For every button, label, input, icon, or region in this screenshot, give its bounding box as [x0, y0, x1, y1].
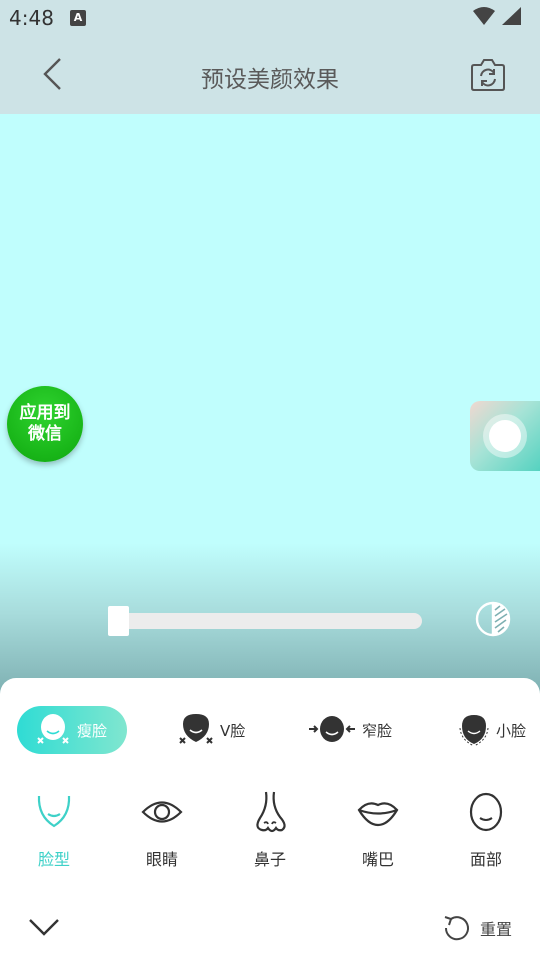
nose-icon	[256, 791, 286, 833]
small-face-icon	[459, 715, 489, 747]
signal-icon	[502, 7, 521, 25]
reset-label: 重置	[480, 920, 513, 939]
apply-to-wechat-button[interactable]: 应用到 微信	[7, 386, 83, 462]
sub-option-v-face[interactable]: V脸	[178, 706, 245, 754]
sub-option-label: V脸	[220, 721, 246, 740]
notification-badge-icon: A	[70, 10, 86, 26]
category-label: 脸型	[37, 850, 70, 869]
page-title: 预设美颜效果	[201, 67, 339, 93]
mouth-icon	[357, 802, 399, 827]
top-bar: 预设美颜效果	[0, 36, 540, 114]
beauty-panel: 瘦脸 V脸 窄脸 小脸 脸型 眼睛 鼻子 嘴巴 面部 重置	[0, 678, 540, 960]
status-icons	[472, 6, 522, 26]
category-label: 眼睛	[145, 850, 178, 869]
capture-button[interactable]	[470, 401, 540, 471]
face-sub-options: 瘦脸 V脸 窄脸 小脸	[0, 706, 540, 756]
sub-option-label: 小脸	[496, 721, 527, 740]
apply-button-line1: 应用到	[19, 403, 71, 423]
sub-option-narrow-face[interactable]: 窄脸	[308, 706, 392, 754]
category-face[interactable]: 面部	[446, 790, 526, 870]
eye-icon	[141, 801, 183, 823]
apply-button-line2: 微信	[28, 424, 62, 444]
sub-option-label: 窄脸	[362, 721, 393, 740]
compare-icon[interactable]	[474, 600, 512, 638]
face-shape-icon	[37, 795, 71, 828]
category-face-shape[interactable]: 脸型	[14, 790, 94, 870]
beauty-categories: 脸型 眼睛 鼻子 嘴巴 面部	[0, 790, 540, 870]
category-label: 嘴巴	[361, 850, 394, 869]
slider-thumb[interactable]	[108, 606, 129, 636]
sub-option-slim-face[interactable]: 瘦脸	[17, 706, 127, 754]
v-face-icon	[179, 714, 213, 744]
shutter-ring-icon	[483, 414, 527, 458]
category-label: 面部	[469, 850, 502, 869]
chevron-down-icon[interactable]	[24, 910, 64, 946]
intensity-slider[interactable]	[108, 606, 422, 636]
sub-option-small-face[interactable]: 小脸	[458, 706, 526, 754]
category-nose[interactable]: 鼻子	[230, 790, 310, 870]
slim-face-icon	[37, 714, 69, 744]
switch-camera-icon[interactable]	[468, 55, 508, 95]
wifi-icon	[473, 7, 495, 25]
sub-option-label: 瘦脸	[77, 721, 108, 740]
slider-track	[108, 613, 422, 629]
category-label: 鼻子	[253, 850, 286, 869]
status-time: 4:48	[9, 6, 54, 30]
reset-button[interactable]: 重置	[442, 912, 512, 944]
category-eyes[interactable]: 眼睛	[122, 790, 202, 870]
reset-icon	[444, 916, 469, 941]
category-mouth[interactable]: 嘴巴	[338, 790, 418, 870]
narrow-face-icon	[309, 716, 355, 742]
status-bar: 4:48 A	[0, 0, 540, 36]
shutter-dot-icon	[489, 420, 521, 452]
face-icon	[469, 792, 503, 832]
